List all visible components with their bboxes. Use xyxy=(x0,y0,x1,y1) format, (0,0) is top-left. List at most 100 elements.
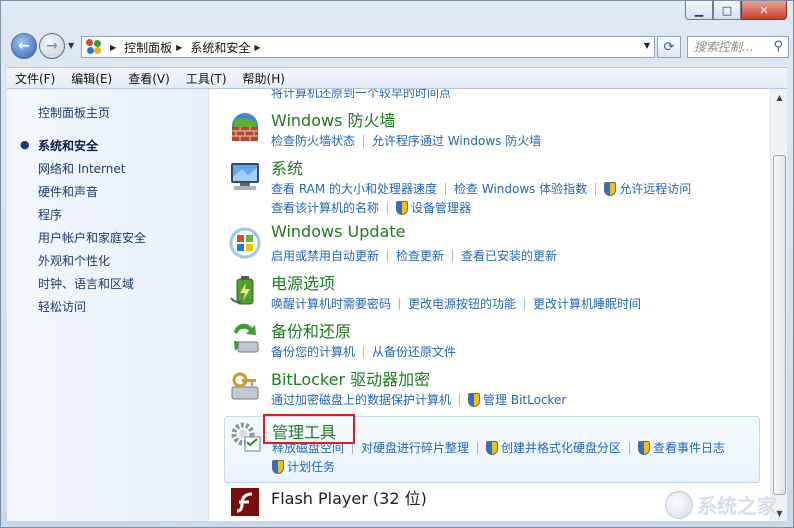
link-view-computer-name[interactable]: 查看该计算机的名称 xyxy=(271,199,379,216)
sidebar-item-system-security[interactable]: 系统和安全 xyxy=(38,137,98,154)
maximize-button[interactable]: □ xyxy=(713,1,741,20)
power-options-icon xyxy=(230,276,254,305)
category-title[interactable]: 电源选项 xyxy=(271,270,335,294)
menu-view[interactable]: 查看(V) xyxy=(128,70,170,87)
category-title[interactable]: Windows 防火墙 xyxy=(271,107,396,131)
category-windows-update: Windows Update 启用或禁用自动更新 检查更新 查看已安装的更新 xyxy=(224,222,760,266)
address-bar[interactable]: ▶ 控制面板 ▶ 系统和安全 ▶ ▼ xyxy=(81,36,655,58)
link-defragment-disk[interactable]: 对硬盘进行碎片整理 xyxy=(361,439,469,456)
sidebar-item-user-accounts[interactable]: 用户帐户和家庭安全 xyxy=(38,229,146,246)
menu-tools[interactable]: 工具(T) xyxy=(186,70,227,87)
link-row: 备份您的计算机 从备份还原文件 xyxy=(271,343,456,360)
menu-bar: 文件(F) 编辑(E) 查看(V) 工具(T) 帮助(H) xyxy=(7,67,787,89)
link-manage-bitlocker[interactable]: 管理 BitLocker xyxy=(483,391,566,408)
sidebar-item-network-internet[interactable]: 网络和 Internet xyxy=(38,160,125,177)
admin-tools-icon xyxy=(231,422,261,452)
separator xyxy=(452,249,454,262)
category-title[interactable]: 备份和还原 xyxy=(271,318,351,342)
menu-help[interactable]: 帮助(H) xyxy=(243,70,285,87)
back-button[interactable]: ← xyxy=(11,33,37,59)
refresh-button[interactable]: ⟳ xyxy=(657,36,681,58)
separator xyxy=(459,393,461,406)
link-restore-files[interactable]: 从备份还原文件 xyxy=(372,343,456,360)
separator xyxy=(363,345,365,358)
refresh-icon: ⟳ xyxy=(663,39,675,55)
link-view-installed-updates[interactable]: 查看已安装的更新 xyxy=(461,247,557,264)
uac-shield-icon xyxy=(638,440,651,455)
window-frame: ▁ □ ✕ ← → ▼ ▶ 控制面板 ▶ 系统和安全 ▶ ▼ ⟳ ⚲ 文 xyxy=(0,0,794,528)
link-schedule-tasks[interactable]: 计划任务 xyxy=(287,458,335,475)
scroll-thumb[interactable] xyxy=(773,155,786,495)
link-require-password-on-wake[interactable]: 唤醒计算机时需要密码 xyxy=(271,295,391,312)
highlight-box xyxy=(263,414,355,444)
link-row: 通过加密磁盘上的数据保护计算机 管理 BitLocker xyxy=(271,391,566,408)
link-windows-experience-index[interactable]: 检查 Windows 体验指数 xyxy=(454,180,587,197)
breadcrumb-separator-icon[interactable]: ▶ xyxy=(176,43,182,52)
windows-update-icon xyxy=(229,227,261,259)
link-device-manager[interactable]: 设备管理器 xyxy=(411,199,471,216)
separator xyxy=(399,297,401,310)
content-area: 控制面板主页 ● 系统和安全 网络和 Internet 硬件和声音 程序 用户帐… xyxy=(7,89,787,521)
separator xyxy=(524,297,526,310)
vertical-scrollbar[interactable]: ▲ ▼ xyxy=(770,89,787,521)
breadcrumb-control-panel[interactable]: 控制面板 xyxy=(124,39,172,56)
category-title[interactable]: Windows Update xyxy=(271,222,405,241)
link-auto-update-toggle[interactable]: 启用或禁用自动更新 xyxy=(271,247,379,264)
sidebar-item-ease-of-access[interactable]: 轻松访问 xyxy=(38,298,86,315)
category-title[interactable]: BitLocker 驱动器加密 xyxy=(271,366,430,390)
minimize-button[interactable]: ▁ xyxy=(685,1,713,20)
uac-shield-icon xyxy=(468,392,481,407)
category-backup-restore: 备份和还原 备份您的计算机 从备份还原文件 xyxy=(224,318,760,362)
separator xyxy=(477,441,479,454)
uac-shield-icon xyxy=(604,181,617,196)
link-row: 查看 RAM 的大小和处理器速度 检查 Windows 体验指数 允许远程访问 xyxy=(271,180,691,197)
link-allow-remote-access[interactable]: 允许远程访问 xyxy=(619,180,691,197)
address-dropdown-icon[interactable]: ▼ xyxy=(644,41,650,50)
link-sleep-time[interactable]: 更改计算机睡眠时间 xyxy=(533,295,641,312)
search-icon[interactable]: ⚲ xyxy=(773,39,783,54)
sidebar-control-panel-home[interactable]: 控制面板主页 xyxy=(38,104,110,121)
forward-button[interactable]: → xyxy=(39,33,65,59)
main-panel: 将计算机还原到一个较早的时间点 Windows 防火墙 检查防火墙状态 允许程序… xyxy=(210,89,776,521)
link-row: 启用或禁用自动更新 检查更新 查看已安装的更新 xyxy=(271,247,557,264)
breadcrumb-separator-icon[interactable]: ▶ xyxy=(110,43,116,52)
category-title[interactable]: 系统 xyxy=(271,155,303,179)
scroll-up-arrow-icon[interactable]: ▲ xyxy=(772,89,787,105)
link-view-ram-processor[interactable]: 查看 RAM 的大小和处理器速度 xyxy=(271,180,437,197)
menu-file[interactable]: 文件(F) xyxy=(15,70,55,87)
category-title[interactable]: Flash Player (32 位) xyxy=(271,485,427,509)
menu-edit[interactable]: 编辑(E) xyxy=(71,70,112,87)
sidebar-item-appearance[interactable]: 外观和个性化 xyxy=(38,252,110,269)
link-check-firewall-status[interactable]: 检查防火墙状态 xyxy=(271,132,355,149)
link-create-format-partitions[interactable]: 创建并格式化硬盘分区 xyxy=(501,439,621,456)
uac-shield-icon xyxy=(396,200,409,215)
link-check-for-updates[interactable]: 检查更新 xyxy=(396,247,444,264)
back-arrow-icon: ← xyxy=(18,38,30,54)
sidebar-item-programs[interactable]: 程序 xyxy=(38,206,62,223)
breadcrumb-separator-icon[interactable]: ▶ xyxy=(254,43,260,52)
search-box[interactable]: ⚲ xyxy=(687,36,789,58)
separator xyxy=(629,441,631,454)
separator xyxy=(445,182,447,195)
system-icon xyxy=(231,163,259,190)
close-button[interactable]: ✕ xyxy=(741,1,787,20)
link-backup-computer[interactable]: 备份您的计算机 xyxy=(271,343,355,360)
sidebar-item-hardware-sound[interactable]: 硬件和声音 xyxy=(38,183,98,200)
uac-shield-icon xyxy=(486,440,499,455)
search-input[interactable] xyxy=(694,40,766,54)
category-power-options: 电源选项 唤醒计算机时需要密码 更改电源按钮的功能 更改计算机睡眠时间 xyxy=(224,270,760,314)
sidebar-item-clock-region[interactable]: 时钟、语言和区域 xyxy=(38,275,134,292)
watermark-logo-icon xyxy=(665,490,693,519)
recent-pages-dropdown[interactable]: ▼ xyxy=(68,41,74,50)
link-view-event-logs[interactable]: 查看事件日志 xyxy=(653,439,725,456)
breadcrumb-system-security[interactable]: 系统和安全 xyxy=(190,39,250,56)
link-power-button-function[interactable]: 更改电源按钮的功能 xyxy=(408,295,516,312)
bitlocker-icon xyxy=(231,372,259,400)
link-row: 计划任务 xyxy=(272,458,335,475)
system-restore-link[interactable]: 将计算机还原到一个较早的时间点 xyxy=(271,89,451,101)
watermark: 系统之家 xyxy=(665,490,777,519)
separator xyxy=(595,182,597,195)
link-protect-with-encryption[interactable]: 通过加密磁盘上的数据保护计算机 xyxy=(271,391,451,408)
link-allow-program-firewall[interactable]: 允许程序通过 Windows 防火墙 xyxy=(372,132,541,149)
control-panel-icon xyxy=(86,39,102,55)
